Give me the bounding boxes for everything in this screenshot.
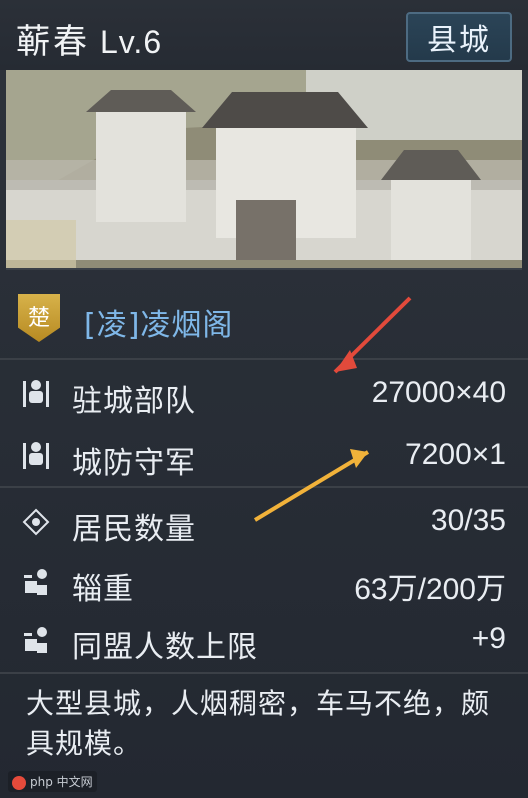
faction-row: 楚 [凌]凌烟阁 [0,282,528,356]
stat-row-residents: 居民数量 30/35 [0,494,528,550]
watermark-text: php 中文网 [30,775,93,789]
city-description: 大型县城，人烟稠密，车马不绝，颇具规模。 [26,687,491,760]
city-type-badge: 县城 [406,12,512,62]
diamond-target-icon [18,504,54,540]
city-title: 蕲春 Lv.6 [16,14,162,63]
supply-icon [18,622,54,658]
city-info-panel: 蕲春 Lv.6 县城 楚 [凌]凌烟阁 驻城部队 27000×40 城防守军 7… [0,0,528,798]
stat-value: 30/35 [430,504,506,537]
faction-shield-icon: 楚 [18,294,60,342]
stat-row-garrison: 驻城部队 27000×40 [0,366,528,422]
stat-value: 63万/200万 [354,573,506,606]
soldier-icon [18,376,54,412]
stat-value: 27000×40 [371,376,506,409]
stat-label: 驻城部队 [72,384,196,419]
city-name: 蕲春 [16,22,90,62]
city-level: Lv.6 [100,24,163,60]
watermark: php 中文网 [8,771,97,792]
stat-label: 辎重 [72,572,134,607]
stat-label: 同盟人数上限 [72,630,258,665]
stat-label: 城防守军 [72,446,196,481]
stat-value: +9 [471,622,506,655]
stat-value: 7200×1 [405,438,506,471]
alliance-name[interactable]: [凌]凌烟阁 [84,300,233,344]
stat-row-supplies: 辎重 63万/200万 [0,554,528,610]
stat-row-alliance-limit: 同盟人数上限 +9 [0,612,528,668]
divider [0,358,528,360]
city-gate-illustration [6,70,522,268]
header: 蕲春 Lv.6 县城 [0,0,528,70]
stat-row-defense: 城防守军 7200×1 [0,428,528,484]
city-banner-image [6,70,522,270]
watermark-logo-icon [12,775,26,790]
supply-icon [18,564,54,600]
divider [0,672,528,674]
soldier-icon [18,438,54,474]
stat-label: 居民数量 [72,512,196,547]
divider [0,486,528,488]
